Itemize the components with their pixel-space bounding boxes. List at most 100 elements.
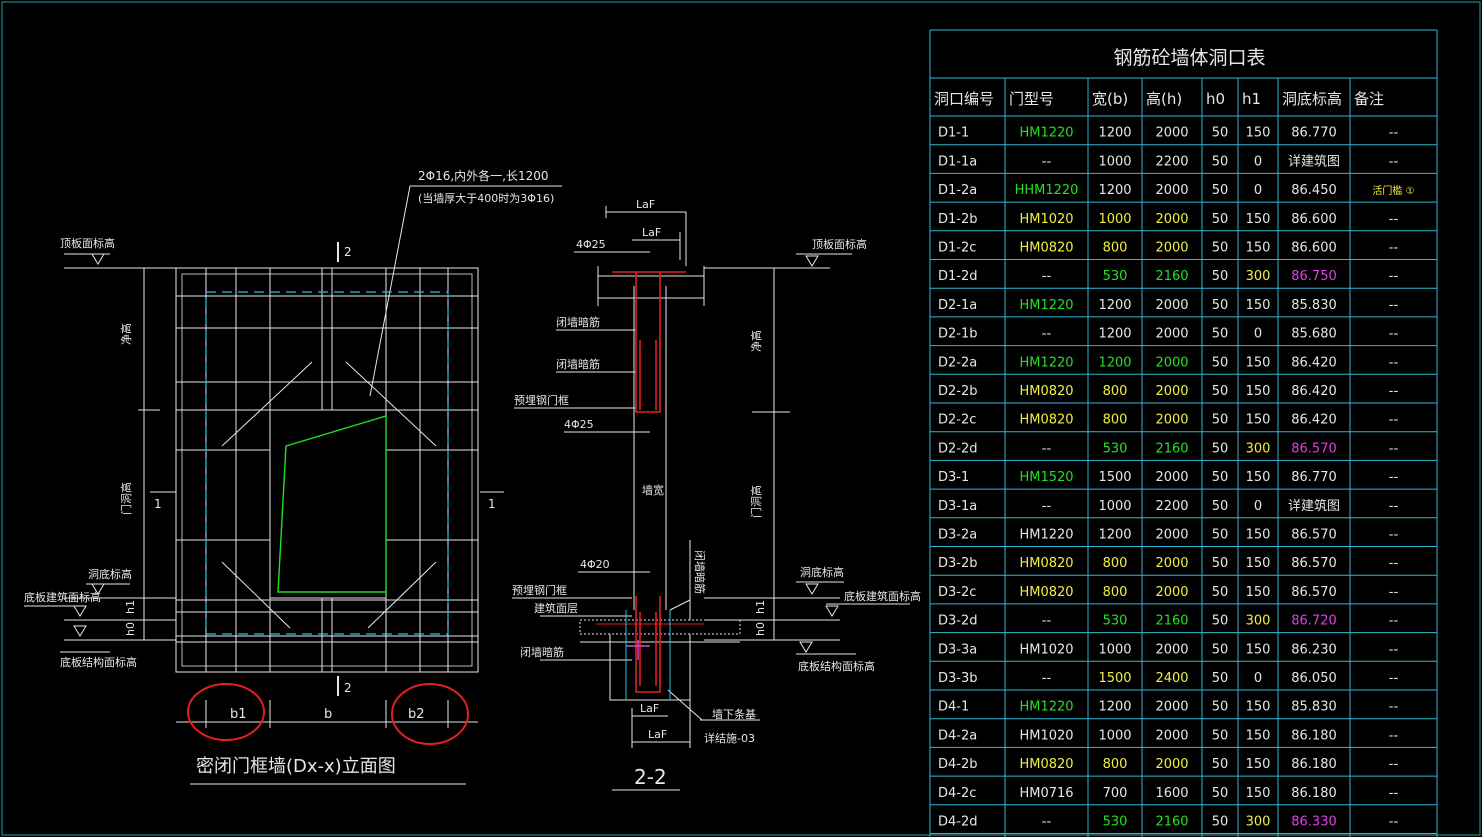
table-cell-type: --	[1042, 614, 1052, 629]
table-header-cell: 洞口编号	[934, 90, 994, 108]
table-cell-elev: 86.050	[1291, 671, 1337, 686]
table-cell-w: 1200	[1098, 528, 1131, 543]
table-header-cell: h0	[1206, 90, 1225, 108]
table-cell-note: --	[1389, 212, 1399, 227]
table-cell-elev: 详建筑图	[1288, 153, 1340, 169]
table-cell-type: HM1020	[1019, 642, 1073, 657]
table-cell-elev: 86.570	[1291, 585, 1337, 600]
table-title: 钢筋砼墙体洞口表	[1114, 47, 1266, 69]
table-cell-elev: 86.770	[1291, 470, 1337, 485]
side-mark-right: 1	[488, 497, 496, 511]
table-header-cell: 宽(b)	[1092, 90, 1128, 108]
section-right-net: 净高	[749, 330, 763, 352]
table-cell-h1: 150	[1246, 757, 1271, 772]
table-cell-h: 2000	[1155, 528, 1188, 543]
section-right-sill: 洞底标高	[800, 565, 844, 579]
h1-dim: h1	[124, 600, 137, 614]
elevation-note-line1: 2Φ16,内外各一,长1200	[418, 168, 549, 183]
table-cell-note: --	[1389, 614, 1399, 629]
section-right-floor-arch: 底板建筑面标高	[844, 589, 921, 603]
table-cell-h: 2000	[1155, 327, 1188, 342]
table-cell-h: 1600	[1155, 786, 1188, 801]
table-cell-w: 1000	[1098, 642, 1131, 657]
table-cell-w: 1000	[1098, 212, 1131, 227]
table-cell-type: HM0820	[1019, 413, 1073, 428]
h0-dim: h0	[124, 622, 137, 636]
table-cell-h1: 0	[1254, 671, 1262, 686]
table-cell-elev: 85.830	[1291, 298, 1337, 313]
table-cell-type: --	[1042, 499, 1052, 514]
table-cell-h0: 50	[1212, 642, 1229, 657]
table-cell-id: D1-1a	[938, 154, 977, 169]
table-cell-h0: 50	[1212, 556, 1229, 571]
table-cell-type: --	[1042, 441, 1052, 456]
section-label-frame2: 预埋钢门框	[512, 583, 567, 597]
table-cell-type: --	[1042, 327, 1052, 342]
table-cell-type: HM0820	[1019, 556, 1073, 571]
table-cell-id: D2-2a	[938, 355, 977, 370]
table-cell-elev: 86.450	[1291, 183, 1337, 198]
table-cell-id: D4-2b	[938, 757, 978, 772]
table-cell-h1: 150	[1246, 585, 1271, 600]
table-cell-h0: 50	[1212, 384, 1229, 399]
section-right-h0: h0	[754, 622, 767, 636]
section-title: 2-2	[634, 765, 667, 789]
table-cell-w: 530	[1103, 614, 1128, 629]
section-mark-top: 2	[344, 245, 352, 259]
table-cell-h1: 150	[1246, 298, 1271, 313]
table-cell-elev: 详建筑图	[1288, 498, 1340, 514]
table-cell-elev: 86.420	[1291, 384, 1337, 399]
table-cell-type: HM0820	[1019, 585, 1073, 600]
table-cell-w: 1200	[1098, 700, 1131, 715]
table-cell-id: D2-1a	[938, 298, 977, 313]
table-cell-h0: 50	[1212, 269, 1229, 284]
section-laf-top-outer: LaF	[636, 198, 655, 211]
section-label-floor: 建筑面层	[534, 601, 578, 615]
table-header-cell: 门型号	[1009, 90, 1054, 108]
table-cell-type: HHM1220	[1015, 183, 1079, 198]
table-cell-h0: 50	[1212, 413, 1229, 428]
table-cell-type: HM1220	[1019, 528, 1073, 543]
table-cell-note: --	[1389, 815, 1399, 830]
table-cell-h: 2160	[1155, 269, 1188, 284]
section-mark-bottom: 2	[344, 681, 352, 695]
side-mark-left: 1	[154, 497, 162, 511]
table-cell-id: D1-2c	[938, 241, 976, 256]
table-cell-elev: 85.830	[1291, 700, 1337, 715]
table-cell-h0: 50	[1212, 298, 1229, 313]
table-cell-id: D2-1b	[938, 327, 978, 342]
table-cell-type: HM1220	[1019, 298, 1073, 313]
table-cell-h0: 50	[1212, 585, 1229, 600]
table-cell-h0: 50	[1212, 614, 1229, 629]
table-cell-h: 2000	[1155, 700, 1188, 715]
table-cell-id: D2-2c	[938, 413, 976, 428]
section-label-dark3: 闭墙暗筋	[520, 645, 564, 659]
section-label-vertical: 闭墙暗筋	[693, 550, 707, 594]
table-cell-elev: 86.230	[1291, 642, 1337, 657]
table-cell-note: --	[1389, 728, 1399, 743]
table-cell-elev: 86.750	[1291, 269, 1337, 284]
floor-arch-elevation-label: 底板建筑面标高	[24, 590, 101, 604]
table-cell-h1: 300	[1246, 269, 1271, 284]
table-cell-id: D1-1	[938, 126, 969, 141]
table-cell-id: D3-2c	[938, 585, 976, 600]
table-cell-w: 1000	[1098, 728, 1131, 743]
cad-drawing-canvas[interactable]: 2Φ16,内外各一,长1200 (当墙厚大于400时为3Φ16) 顶板面标高 洞…	[0, 0, 1482, 837]
table-header-cell: 洞底标高	[1282, 90, 1342, 108]
table-cell-w: 1200	[1098, 298, 1131, 313]
table-cell-w: 530	[1103, 269, 1128, 284]
floor-struct-elevation-label: 底板结构面标高	[60, 655, 137, 669]
dim-b2: b2	[408, 707, 425, 722]
table-cell-h0: 50	[1212, 327, 1229, 342]
table-cell-note: --	[1389, 786, 1399, 801]
table-cell-id: D3-1	[938, 470, 969, 485]
table-cell-type: HM0820	[1019, 384, 1073, 399]
table-cell-note: --	[1389, 327, 1399, 342]
table-cell-h0: 50	[1212, 671, 1229, 686]
table-cell-elev: 86.180	[1291, 786, 1337, 801]
section-laf-bottom-outer: LaF	[648, 728, 667, 741]
table-cell-note: --	[1389, 556, 1399, 571]
table-cell-elev: 86.600	[1291, 212, 1337, 227]
table-cell-id: D4-1	[938, 700, 969, 715]
table-cell-h1: 0	[1254, 183, 1262, 198]
